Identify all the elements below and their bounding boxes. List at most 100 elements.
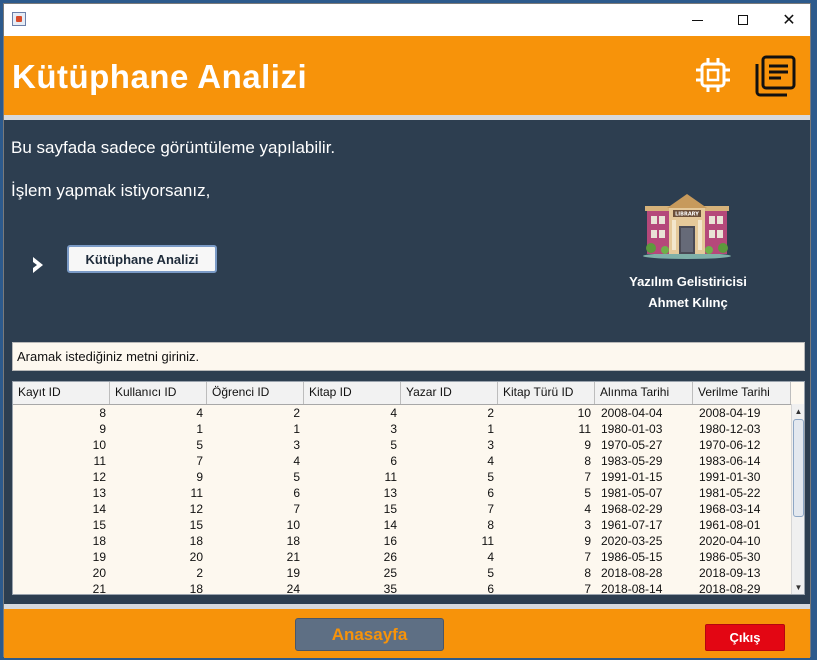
table-cell: 1: [293, 422, 300, 436]
table-cell: 1968-03-14: [699, 502, 761, 516]
table-cell: 18: [189, 534, 203, 548]
table-cell: 3: [293, 438, 300, 452]
table-cell: 5: [390, 438, 397, 452]
chevron-right-icon: [33, 257, 43, 273]
table-cell: 20: [92, 566, 106, 580]
column-header[interactable]: Kitap Türü ID: [498, 382, 595, 404]
table-row[interactable]: 10 5 3 5 3 9 1970-05-27 1970-06-12: [13, 437, 791, 453]
table-cell: 1961-08-01: [699, 518, 761, 532]
maximize-icon: [738, 15, 748, 25]
column-header[interactable]: Kullanıcı ID: [110, 382, 207, 404]
svg-text:LIBRARY: LIBRARY: [675, 212, 699, 218]
table-cell: 1983-05-29: [601, 454, 663, 468]
table-row[interactable]: 14 12 7 15 7 4 1968-02-29 1968-03-14: [13, 501, 791, 517]
table-cell: 2: [196, 566, 203, 580]
table-cell: 19: [92, 550, 106, 564]
table-cell: 2018-08-28: [601, 566, 663, 580]
table-row[interactable]: 15 15 10 14 8 3 1961-07-17 1961-08-01: [13, 517, 791, 533]
table-cell: 6: [390, 454, 397, 468]
table-cell: 5: [584, 486, 591, 500]
java-app-icon: [12, 12, 26, 26]
minimize-icon: [691, 19, 703, 21]
column-header[interactable]: Yazar ID: [401, 382, 498, 404]
table-cell: 11: [384, 470, 397, 484]
table-cell: 8: [487, 518, 494, 532]
table-cell: 7: [584, 470, 591, 484]
table-row[interactable]: 20 2 19 25 5 8 2018-08-28 2018-09-13: [13, 565, 791, 581]
table-header: Kayıt ID Kullanıcı ID Öğrenci ID Kitap ID Ya…: [13, 382, 791, 405]
table-cell: 11: [190, 486, 203, 500]
table-cell: 4: [584, 502, 591, 516]
table-row[interactable]: 9 1 1 3 1 11 1980-01-03 1980-12-03: [13, 421, 791, 437]
chip-icon[interactable]: [694, 56, 732, 94]
app-window: ✕ Kütüphane Analizi Bu sayfada sadece gö…: [3, 3, 811, 658]
table-cell: 2008-04-04: [601, 406, 663, 420]
main-panel: Bu sayfada sadece görüntüleme yapılabili…: [4, 120, 810, 604]
table-cell: 5: [293, 470, 300, 484]
title-bar: ✕: [4, 4, 810, 36]
table-cell: 4: [196, 406, 203, 420]
table-row[interactable]: 8 4 2 4 2 10 2008-04-04 2008-04-19: [13, 405, 791, 421]
vertical-scrollbar[interactable]: ▲ ▼: [791, 404, 804, 594]
table-cell: 2018-08-14: [601, 582, 663, 595]
table-cell: 11: [481, 534, 494, 548]
table-cell: 21: [92, 582, 106, 595]
table-cell: 24: [286, 582, 300, 595]
column-header[interactable]: Alınma Tarihi: [595, 382, 693, 404]
table-row[interactable]: 13 11 6 13 6 5 1981-05-07 1981-05-22: [13, 485, 791, 501]
table-cell: 4: [487, 454, 494, 468]
table-cell: 1980-01-03: [601, 422, 663, 436]
table-cell: 7: [196, 454, 203, 468]
column-header[interactable]: Öğrenci ID: [207, 382, 304, 404]
table-cell: 1981-05-07: [601, 486, 663, 500]
scroll-thumb[interactable]: [793, 419, 804, 517]
table-row[interactable]: 18 18 18 16 11 9 2020-03-25 2020-04-10: [13, 533, 791, 549]
table-cell: 2020-03-25: [601, 534, 663, 548]
table-cell: 1983-06-14: [699, 454, 761, 468]
table-cell: 21: [286, 550, 300, 564]
table-cell: 1: [487, 422, 494, 436]
table-cell: 14: [383, 518, 397, 532]
table-cell: 12: [92, 470, 106, 484]
table-cell: 5: [196, 438, 203, 452]
developer-label: Yazılım Gelistiricisi: [629, 274, 747, 289]
scroll-up-arrow-icon[interactable]: ▲: [792, 404, 804, 418]
table-cell: 2008-04-19: [699, 406, 761, 420]
search-input[interactable]: [12, 342, 805, 371]
library-analysis-button[interactable]: Kütüphane Analizi: [67, 245, 217, 273]
table-cell: 1961-07-17: [601, 518, 663, 532]
table-cell: 1986-05-15: [601, 550, 663, 564]
column-header[interactable]: Verilme Tarihi: [693, 382, 791, 404]
table-row[interactable]: 21 18 24 35 6 7 2018-08-14 2018-08-29: [13, 581, 791, 595]
table-row[interactable]: 12 9 5 11 5 7 1991-01-15 1991-01-30: [13, 469, 791, 485]
table-cell: 1981-05-22: [699, 486, 761, 500]
close-button[interactable]: ✕: [766, 4, 812, 36]
home-button[interactable]: Anasayfa: [295, 618, 444, 651]
maximize-button[interactable]: [720, 4, 766, 36]
minimize-button[interactable]: [674, 4, 720, 36]
table-cell: 8: [584, 454, 591, 468]
table-cell: 7: [293, 502, 300, 516]
table-cell: 7: [584, 550, 591, 564]
table-cell: 2: [487, 406, 494, 420]
table-cell: 11: [578, 422, 591, 436]
table-cell: 2: [293, 406, 300, 420]
table-cell: 6: [487, 486, 494, 500]
developer-name: Ahmet Kılınç: [648, 295, 728, 310]
table-cell: 3: [487, 438, 494, 452]
document-list-icon[interactable]: [753, 54, 797, 98]
exit-button[interactable]: Çıkış: [705, 624, 785, 651]
scroll-down-arrow-icon[interactable]: ▼: [792, 580, 804, 594]
table-row[interactable]: 11 7 4 6 4 8 1983-05-29 1983-06-14: [13, 453, 791, 469]
column-header[interactable]: Kayıt ID: [13, 382, 110, 404]
table-cell: 18: [189, 582, 203, 595]
table-cell: 19: [286, 566, 300, 580]
table-row[interactable]: 19 20 21 26 4 7 1986-05-15 1986-05-30: [13, 549, 791, 565]
table-cell: 13: [383, 486, 397, 500]
table-cell: 3: [390, 422, 397, 436]
table-cell: 13: [92, 486, 106, 500]
column-header[interactable]: Kitap ID: [304, 382, 401, 404]
table-cell: 8: [584, 566, 591, 580]
table-cell: 6: [487, 582, 494, 595]
table-cell: 1: [196, 422, 203, 436]
